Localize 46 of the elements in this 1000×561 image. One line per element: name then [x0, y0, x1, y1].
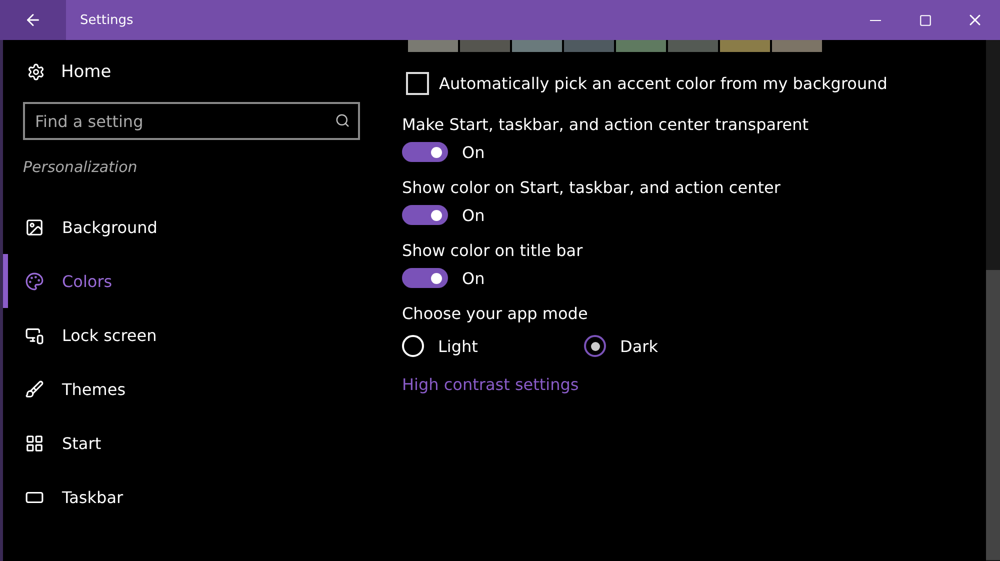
toggle-state: On — [462, 206, 485, 224]
checkbox-label: Automatically pick an accent color from my background — [439, 74, 888, 93]
brush-icon — [25, 380, 44, 398]
setting-label: Show color on Start, taskbar, and action center — [402, 178, 782, 197]
setting-label: Show color on title bar — [402, 241, 584, 260]
gear-icon — [27, 63, 45, 81]
toggle-switch[interactable] — [402, 142, 448, 162]
back-button[interactable] — [0, 0, 66, 40]
color-swatch[interactable] — [772, 40, 822, 52]
home-link[interactable]: Home — [3, 54, 378, 90]
nav-item[interactable]: Lock screen — [3, 308, 378, 362]
window-title: Settings — [80, 12, 134, 28]
nav-item[interactable]: Colors — [3, 254, 378, 308]
setting-label: Choose your app mode — [402, 304, 589, 323]
maximize-icon — [918, 14, 932, 26]
image-icon — [25, 218, 44, 236]
nav-item[interactable]: Taskbar — [3, 470, 378, 524]
color-swatch[interactable] — [616, 40, 666, 52]
back-icon — [24, 11, 42, 29]
color-swatch[interactable] — [408, 40, 458, 52]
radio-option[interactable]: Light — [402, 335, 584, 357]
color-swatch[interactable] — [720, 40, 770, 52]
toggle-state: On — [462, 268, 485, 288]
toggle-state: On — [462, 142, 485, 162]
radio-label: Light — [438, 336, 478, 356]
radio-button[interactable] — [584, 335, 606, 357]
color-swatch[interactable] — [564, 40, 614, 52]
nav-item[interactable]: Start — [3, 416, 378, 470]
scrollbar[interactable] — [986, 40, 1000, 561]
search-icon — [335, 113, 350, 128]
toggle-switch[interactable] — [402, 205, 448, 225]
setting-label: Make Start, taskbar, and action center transparent — [402, 115, 810, 134]
nav-item[interactable]: Themes — [3, 362, 378, 416]
section-heading: Personalization — [23, 158, 138, 176]
nav-item[interactable]: Background — [3, 200, 378, 254]
palette-icon — [25, 272, 44, 290]
grid-icon — [25, 434, 44, 452]
toggle-switch[interactable] — [402, 268, 448, 288]
color-swatch[interactable] — [460, 40, 510, 52]
checkbox[interactable] — [406, 72, 429, 95]
settings-link[interactable]: High contrast settings — [402, 375, 579, 394]
radio-label: Dark — [620, 336, 658, 356]
color-swatch[interactable] — [512, 40, 562, 52]
search-field[interactable]: Find a setting — [23, 102, 360, 140]
radio-option[interactable]: Dark — [584, 335, 766, 357]
color-swatch[interactable] — [668, 40, 718, 52]
